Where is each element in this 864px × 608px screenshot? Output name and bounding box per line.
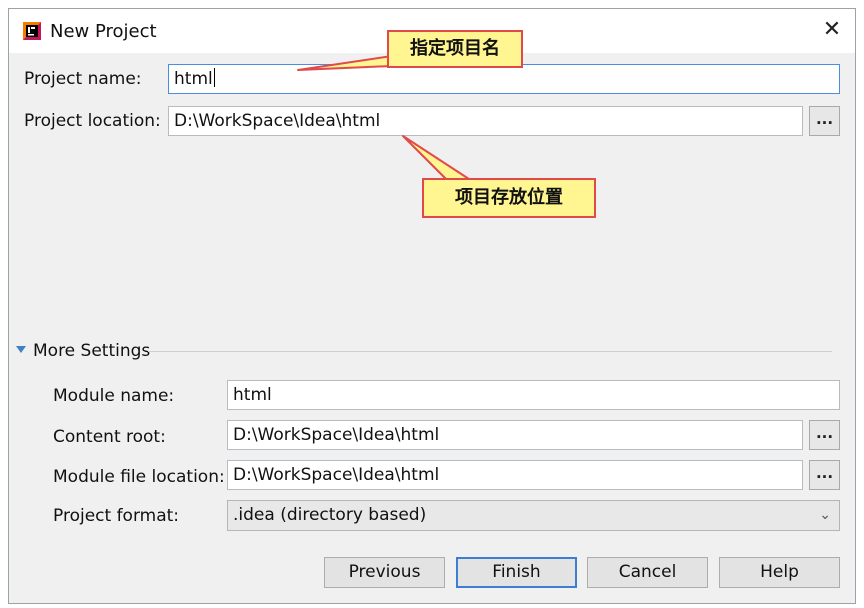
chevron-down-icon: ⌄ bbox=[819, 507, 831, 523]
module-file-location-input[interactable]: D:\WorkSpace\Idea\html bbox=[227, 460, 803, 490]
more-settings-toggle[interactable]: More Settings bbox=[16, 341, 150, 361]
previous-button[interactable]: Previous bbox=[324, 557, 445, 588]
project-format-select[interactable]: .idea (directory based) ⌄ bbox=[227, 500, 840, 531]
text-caret bbox=[213, 68, 215, 87]
module-file-location-browse-button[interactable]: ... bbox=[809, 460, 840, 490]
module-name-label: Module name: bbox=[53, 386, 175, 406]
close-icon[interactable]: ✕ bbox=[817, 15, 847, 45]
intellij-idea-icon bbox=[23, 22, 41, 40]
finish-button[interactable]: Finish bbox=[456, 557, 577, 588]
content-root-label: Content root: bbox=[53, 427, 166, 447]
more-settings-divider bbox=[148, 351, 832, 352]
project-location-input[interactable]: D:\WorkSpace\Idea\html bbox=[168, 106, 803, 136]
more-settings-label: More Settings bbox=[33, 341, 151, 361]
module-name-input[interactable]: html bbox=[227, 380, 840, 410]
content-root-browse-button[interactable]: ... bbox=[809, 420, 840, 450]
project-location-callout: 项目存放位置 bbox=[422, 178, 596, 218]
content-root-input[interactable]: D:\WorkSpace\Idea\html bbox=[227, 420, 803, 450]
help-button[interactable]: Help bbox=[719, 557, 840, 588]
project-format-value: .idea (directory based) bbox=[233, 505, 427, 525]
project-location-label: Project location: bbox=[24, 111, 161, 131]
module-file-location-label: Module file location: bbox=[53, 467, 225, 487]
dialog-title: New Project bbox=[50, 21, 157, 42]
project-format-label: Project format: bbox=[53, 506, 180, 526]
cancel-button[interactable]: Cancel bbox=[587, 557, 708, 588]
project-name-label: Project name: bbox=[24, 69, 142, 89]
collapse-triangle-icon bbox=[16, 346, 26, 353]
project-location-browse-button[interactable]: ... bbox=[809, 106, 840, 136]
project-name-value: html bbox=[174, 69, 213, 89]
project-name-input[interactable]: html bbox=[168, 64, 840, 94]
project-name-callout: 指定项目名 bbox=[387, 30, 523, 68]
